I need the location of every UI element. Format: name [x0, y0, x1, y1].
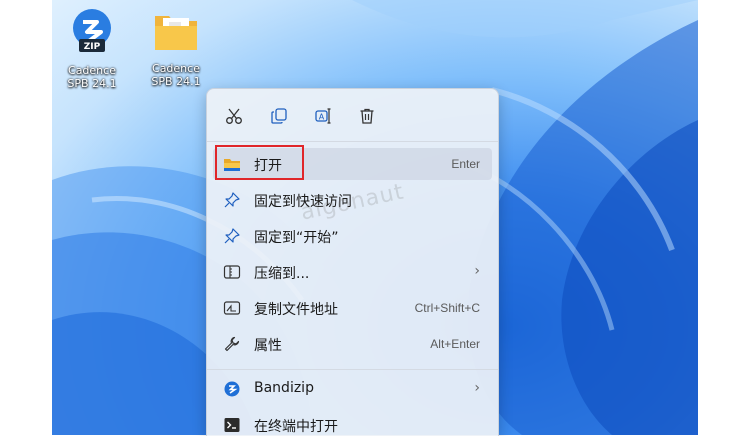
menu-item-label: 属性 — [254, 338, 282, 354]
terminal-icon — [223, 417, 241, 433]
cut-button[interactable] — [221, 103, 247, 129]
menu-item-compress[interactable]: 压缩到... › — [213, 256, 492, 288]
menu-separator — [207, 369, 498, 370]
menu-item-copy-path[interactable]: 复制文件地址 Ctrl+Shift+C — [213, 292, 492, 324]
menu-item-shortcut: Enter — [451, 157, 480, 171]
copy-path-icon — [223, 300, 241, 316]
desktop-icon-folder[interactable]: Cadence SPB 24.1 — [140, 8, 212, 88]
wrench-icon — [223, 336, 241, 352]
desktop-icon-zip[interactable]: ZIP Cadence SPB 24.1 — [56, 8, 128, 90]
menu-item-shortcut: Ctrl+Shift+C — [414, 301, 480, 315]
compress-icon — [223, 264, 241, 280]
copy-icon — [271, 108, 287, 124]
rename-button[interactable]: A — [310, 103, 336, 129]
svg-text:A: A — [319, 113, 325, 122]
chevron-right-icon: › — [474, 380, 480, 396]
menu-item-properties[interactable]: 属性 Alt+Enter — [213, 328, 492, 360]
folder-icon — [155, 16, 197, 50]
bandizip-icon — [223, 381, 241, 397]
menu-item-bandizip[interactable]: Bandizip › — [213, 373, 492, 405]
bandizip-zip-icon: ZIP — [73, 9, 111, 52]
menu-item-label: Bandizip — [254, 380, 314, 396]
cut-icon — [226, 108, 242, 124]
menu-item-label: 在终端中打开 — [254, 419, 338, 435]
menu-item-label: 复制文件地址 — [254, 302, 338, 318]
menu-item-pin-start[interactable]: 固定到“开始” — [213, 220, 492, 252]
delete-button[interactable] — [354, 103, 380, 129]
context-menu: A 打开 Enter 固定到快速访问 固定到“开始” 压缩到... › 复制文件… — [206, 88, 499, 436]
chevron-right-icon: › — [474, 263, 480, 279]
pin-icon — [223, 192, 241, 208]
menu-item-open-terminal[interactable]: 在终端中打开 — [213, 409, 492, 436]
desktop-icon-label: Cadence SPB 24.1 — [151, 62, 201, 88]
menu-separator — [207, 141, 498, 142]
rename-icon: A — [315, 108, 331, 124]
svg-text:ZIP: ZIP — [84, 42, 101, 52]
desktop-icon-label: Cadence SPB 24.1 — [67, 64, 117, 90]
delete-icon — [360, 108, 374, 124]
menu-item-shortcut: Alt+Enter — [430, 337, 480, 351]
pin-icon — [223, 228, 241, 244]
copy-button[interactable] — [266, 103, 292, 129]
context-menu-toolbar: A — [207, 89, 498, 141]
highlight-box — [215, 145, 304, 180]
menu-item-label: 压缩到... — [254, 266, 310, 282]
menu-item-label: 固定到“开始” — [254, 230, 339, 246]
